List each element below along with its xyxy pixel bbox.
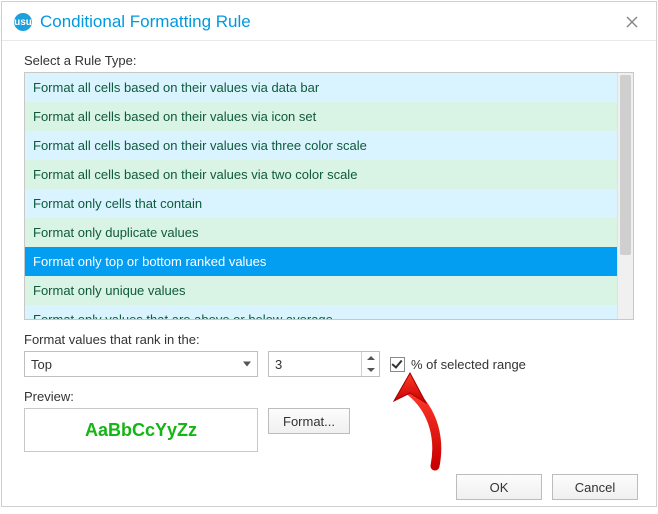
percent-checkbox[interactable] [390,357,405,372]
preview-sample: AaBbCcYyZz [24,408,258,452]
titlebar: usu Conditional Formatting Rule [2,2,656,41]
rank-direction-value: Top [31,357,52,372]
rule-list-scrollbar[interactable] [617,73,633,319]
rule-type-item[interactable]: Format only top or bottom ranked values [25,247,617,276]
rule-type-item[interactable]: Format all cells based on their values v… [25,102,617,131]
rank-label: Format values that rank in the: [24,332,634,347]
dialog-footer: OK Cancel [2,464,656,514]
preview-label: Preview: [24,389,634,404]
rule-type-list: Format all cells based on their values v… [24,72,634,320]
rule-type-item[interactable]: Format only duplicate values [25,218,617,247]
rule-type-item[interactable]: Format all cells based on their values v… [25,73,617,102]
rule-type-item[interactable]: Format only unique values [25,276,617,305]
format-button[interactable]: Format... [268,408,350,434]
rule-type-label: Select a Rule Type: [24,53,634,68]
conditional-formatting-dialog: usu Conditional Formatting Rule Select a… [1,1,657,507]
close-icon[interactable] [620,10,644,34]
scrollbar-thumb[interactable] [620,75,631,255]
ok-button[interactable]: OK [456,474,542,500]
cancel-button[interactable]: Cancel [552,474,638,500]
rule-type-item[interactable]: Format only cells that contain [25,189,617,218]
rule-type-item[interactable]: Format all cells based on their values v… [25,160,617,189]
spinner-down-icon[interactable] [362,364,379,376]
chevron-down-icon [243,362,251,367]
rank-direction-select[interactable]: Top [24,351,258,377]
rank-value-spinner[interactable]: 3 [268,351,380,377]
rule-type-item[interactable]: Format all cells based on their values v… [25,131,617,160]
dialog-title: Conditional Formatting Rule [40,12,251,32]
rank-value: 3 [275,357,282,372]
spinner-up-icon[interactable] [362,352,379,364]
percent-label: % of selected range [411,357,526,372]
app-icon: usu [14,13,32,31]
rule-type-item[interactable]: Format only values that are above or bel… [25,305,617,319]
